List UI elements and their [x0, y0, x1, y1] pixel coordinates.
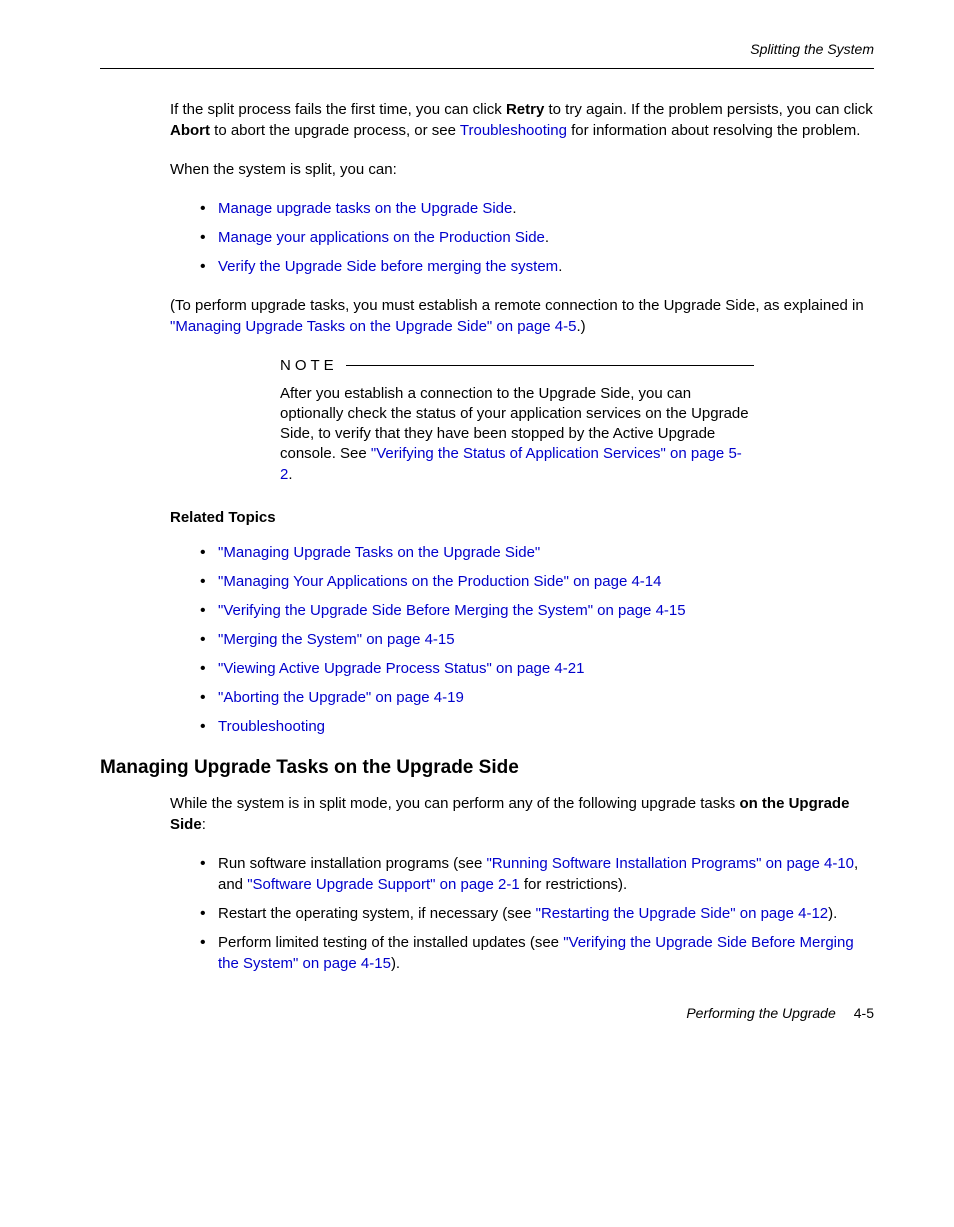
link-manage-upgrade[interactable]: Manage upgrade tasks on the Upgrade Side — [218, 200, 512, 217]
text: Run software installation programs (see — [218, 855, 486, 872]
section-heading-managing: Managing Upgrade Tasks on the Upgrade Si… — [100, 755, 874, 782]
link-running-software[interactable]: "Running Software Installation Programs"… — [486, 855, 854, 872]
text: for information about resolving the prob… — [567, 122, 861, 139]
split-options-list: Manage upgrade tasks on the Upgrade Side… — [200, 198, 874, 277]
related-link[interactable]: "Managing Your Applications on the Produ… — [218, 573, 661, 590]
related-link[interactable]: Troubleshooting — [218, 718, 325, 735]
text: : — [202, 816, 206, 833]
list-item: Perform limited testing of the installed… — [200, 932, 874, 974]
link-verify-upgrade[interactable]: Verify the Upgrade Side before merging t… — [218, 258, 558, 275]
link-manage-apps[interactable]: Manage your applications on the Producti… — [218, 229, 545, 246]
note-rule — [346, 365, 754, 366]
link-restarting[interactable]: "Restarting the Upgrade Side" on page 4-… — [536, 905, 829, 922]
list-item: "Aborting the Upgrade" on page 4-19 — [200, 687, 874, 708]
troubleshooting-link[interactable]: Troubleshooting — [460, 122, 567, 139]
note-heading-row: NOTE — [280, 355, 754, 376]
link-managing-tasks[interactable]: "Managing Upgrade Tasks on the Upgrade S… — [170, 318, 576, 335]
related-link[interactable]: "Aborting the Upgrade" on page 4-19 — [218, 689, 464, 706]
list-item: "Merging the System" on page 4-15 — [200, 629, 874, 650]
footer: Performing the Upgrade 4-5 — [100, 1004, 874, 1024]
text: Perform limited testing of the installed… — [218, 934, 563, 951]
list-item: Run software installation programs (see … — [200, 853, 874, 895]
list-item: "Managing Your Applications on the Produ… — [200, 571, 874, 592]
related-topics-list: "Managing Upgrade Tasks on the Upgrade S… — [200, 542, 874, 737]
link-software-support[interactable]: "Software Upgrade Support" on page 2-1 — [247, 876, 520, 893]
footer-page: 4-5 — [854, 1005, 874, 1021]
para-when-split: When the system is split, you can: — [170, 159, 874, 180]
text: Restart the operating system, if necessa… — [218, 905, 536, 922]
abort-bold: Abort — [170, 122, 210, 139]
text: While the system is in split mode, you c… — [170, 795, 739, 812]
note-text: After you establish a connection to the … — [280, 384, 754, 485]
text: .) — [576, 318, 585, 335]
related-link[interactable]: "Viewing Active Upgrade Process Status" … — [218, 660, 584, 677]
list-item: "Managing Upgrade Tasks on the Upgrade S… — [200, 542, 874, 563]
footer-label: Performing the Upgrade — [686, 1005, 835, 1021]
note-block: NOTE After you establish a connection to… — [280, 355, 754, 485]
text: to abort the upgrade process, or see — [210, 122, 460, 139]
text: ). — [828, 905, 837, 922]
list-item: Troubleshooting — [200, 716, 874, 737]
text: . — [545, 229, 549, 246]
related-link[interactable]: "Verifying the Upgrade Side Before Mergi… — [218, 602, 686, 619]
para-split-mode: While the system is in split mode, you c… — [170, 793, 874, 835]
text: If the split process fails the first tim… — [170, 101, 506, 118]
list-item: Verify the Upgrade Side before merging t… — [200, 256, 874, 277]
related-link[interactable]: "Managing Upgrade Tasks on the Upgrade S… — [218, 544, 540, 561]
text: . — [512, 200, 516, 217]
header-rule — [100, 68, 874, 69]
upgrade-tasks-list: Run software installation programs (see … — [200, 853, 874, 974]
running-header: Splitting the System — [100, 40, 874, 60]
list-item: Restart the operating system, if necessa… — [200, 903, 874, 924]
text: to try again. If the problem persists, y… — [544, 101, 872, 118]
related-topics-heading: Related Topics — [170, 507, 874, 528]
text: . — [288, 466, 292, 483]
retry-bold: Retry — [506, 101, 544, 118]
note-label: NOTE — [280, 355, 338, 376]
text: for restrictions). — [520, 876, 628, 893]
para-remote-connection: (To perform upgrade tasks, you must esta… — [170, 295, 874, 337]
list-item: Manage upgrade tasks on the Upgrade Side… — [200, 198, 874, 219]
list-item: "Viewing Active Upgrade Process Status" … — [200, 658, 874, 679]
para-retry-abort: If the split process fails the first tim… — [170, 99, 874, 141]
list-item: Manage your applications on the Producti… — [200, 227, 874, 248]
text: ). — [391, 955, 400, 972]
list-item: "Verifying the Upgrade Side Before Mergi… — [200, 600, 874, 621]
text: . — [558, 258, 562, 275]
text: (To perform upgrade tasks, you must esta… — [170, 297, 864, 314]
related-link[interactable]: "Merging the System" on page 4-15 — [218, 631, 455, 648]
